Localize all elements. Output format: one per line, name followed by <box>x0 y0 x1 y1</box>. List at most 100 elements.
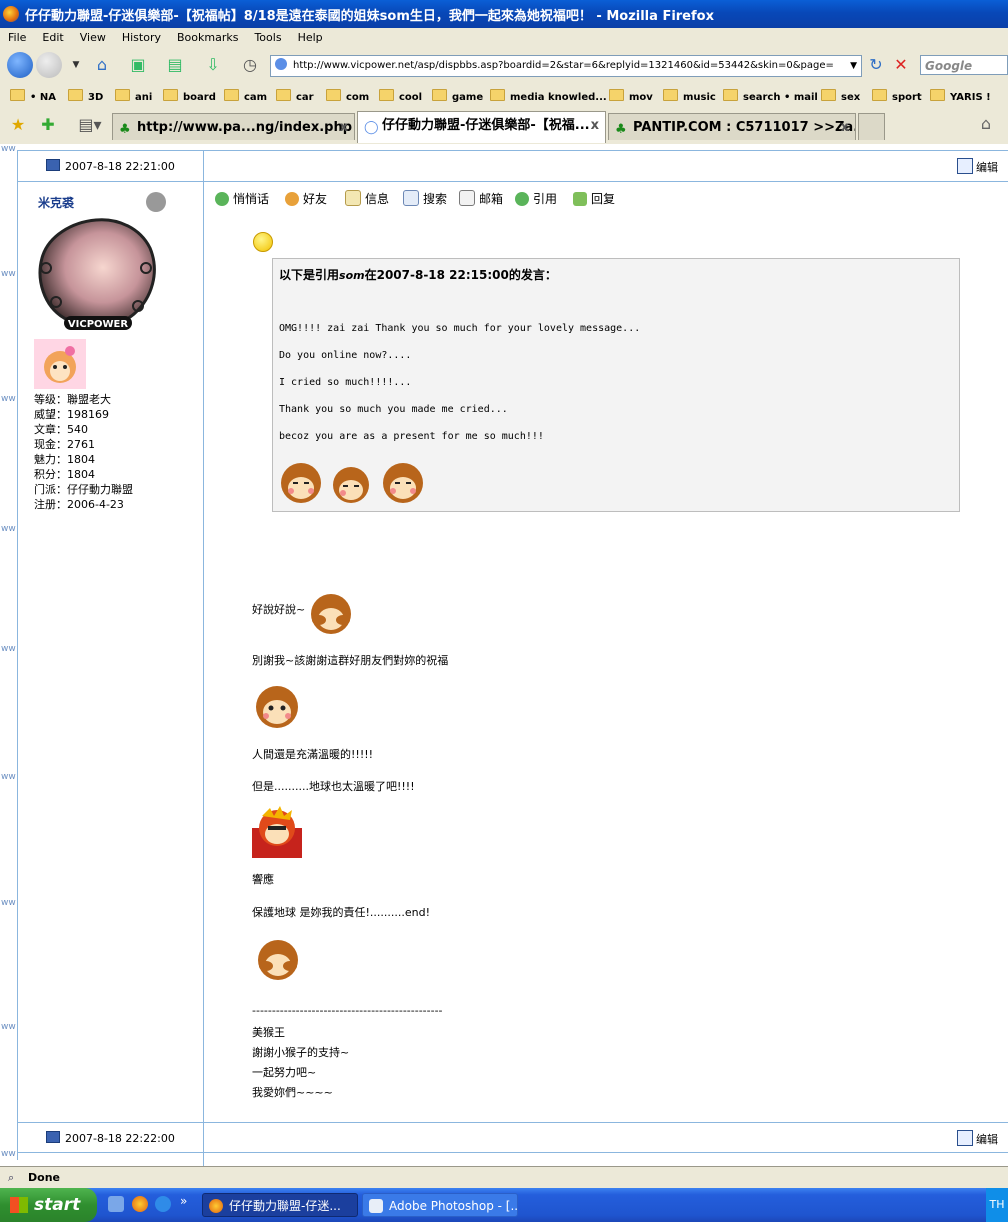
folder-icon <box>326 89 341 101</box>
taskbar-firefox[interactable]: 仔仔動力聯盟-仔迷... <box>202 1193 358 1217</box>
url-bar[interactable]: http://www.vicpower.net/asp/dispbbs.asp?… <box>270 55 862 77</box>
tab-list-icon[interactable]: ▤▾ <box>73 116 107 134</box>
status-text: Done <box>28 1171 60 1184</box>
search-link[interactable]: 搜索 <box>403 190 447 207</box>
quote-link[interactable]: 引用 <box>515 190 557 207</box>
navigation-toolbar: ▼ ⌂ ▣ ▤ ⇩ ◷ http://www.vicpower.net/asp/… <box>0 46 1008 85</box>
desktop-icon[interactable] <box>108 1196 124 1212</box>
menu-view[interactable]: View <box>72 31 114 44</box>
bookmark-folder[interactable]: • NA <box>10 89 56 103</box>
reload-icon[interactable]: ↻ <box>866 56 886 74</box>
computer-icon <box>46 1131 60 1143</box>
close-icon[interactable]: x <box>841 114 849 140</box>
edit-icon <box>957 158 973 174</box>
user-stat-faction: 门派：仔仔動力聯盟 <box>34 483 133 496</box>
bookmark-folder[interactable]: mov <box>609 89 653 103</box>
column-divider <box>203 150 204 1166</box>
forward-button[interactable] <box>36 52 62 78</box>
friends-icon <box>285 192 299 206</box>
user-stats: 等级：聯盟老大 威望：198169 文章：540 现金：2761 魅力：1804… <box>34 392 133 512</box>
folder-icon <box>723 89 738 101</box>
user-stat-posts: 文章：540 <box>34 423 88 436</box>
reply-link[interactable]: 回复 <box>573 190 615 207</box>
search-icon <box>403 190 419 206</box>
edit-button[interactable]: 编辑 <box>957 1130 998 1147</box>
post-divider-text: ----------------------------------------… <box>252 1004 443 1017</box>
taskbar-photoshop[interactable]: Adobe Photoshop - [... <box>362 1193 518 1217</box>
bookmark-folder[interactable]: com <box>326 89 369 103</box>
reply-icon <box>573 192 587 206</box>
bookmark-star-icon[interactable]: ★ <box>8 116 28 134</box>
bookmark-folder[interactable]: board <box>163 89 216 103</box>
divider <box>17 181 1008 182</box>
mailbox-link[interactable]: 邮箱 <box>459 190 503 207</box>
quote-icon <box>515 192 529 206</box>
decoration-mark: ww <box>1 144 16 154</box>
post-text: 別謝我~該謝謝這群好朋友們對妳的祝福 <box>252 654 449 667</box>
bookmark-folder[interactable]: car <box>276 89 314 103</box>
bookmark-folder[interactable]: media knowled... <box>490 89 607 103</box>
tab-bar: ★ ✚ ▤▾ ♣ http://www.pa...ng/index.php x ◯… <box>0 108 1008 145</box>
post-text: 一起努力吧~ <box>252 1066 317 1079</box>
url-dropdown-icon[interactable]: ▼ <box>850 56 857 76</box>
history-icon[interactable]: ◷ <box>240 56 260 74</box>
bookmark-folder[interactable]: music <box>663 89 716 103</box>
bookmark-folder[interactable]: game <box>432 89 483 103</box>
username[interactable]: 米克裘 <box>38 194 74 211</box>
firefox-icon <box>3 6 19 22</box>
bookmark-folder[interactable]: cam <box>224 89 267 103</box>
post-text: 好說好說~ <box>252 603 306 616</box>
windows-flag-icon <box>10 1197 28 1213</box>
bookmark-folder[interactable]: sex <box>821 89 860 103</box>
friend-link[interactable]: 好友 <box>285 190 327 207</box>
post-text: 響應 <box>252 873 274 886</box>
user-stat-registered: 注册：2006-4-23 <box>34 498 124 511</box>
bookmark-folder[interactable]: 3D <box>68 89 103 103</box>
close-icon[interactable]: x <box>591 112 599 139</box>
menu-tools[interactable]: Tools <box>246 31 289 44</box>
bookmark-folder[interactable]: search • mail <box>723 89 818 103</box>
chevron-right-icon[interactable]: » <box>180 1194 187 1208</box>
whisper-link[interactable]: 悄悄话 <box>215 190 269 207</box>
window-title-bar: 仔仔動力聯盟-仔迷俱樂部-【祝福帖】8/18是遠在泰國的姐妹som生日，我們一起… <box>0 0 1008 28</box>
firefox-icon[interactable] <box>132 1196 148 1212</box>
post-text: 謝謝小猴子的支持~ <box>252 1046 350 1059</box>
history-dropdown-icon[interactable]: ▼ <box>66 56 86 74</box>
ie-icon[interactable] <box>155 1196 171 1212</box>
new-window-icon[interactable]: ▤ <box>165 56 185 74</box>
menu-file[interactable]: File <box>0 31 34 44</box>
menu-history[interactable]: History <box>114 31 169 44</box>
tab-empty[interactable] <box>858 113 885 140</box>
menu-help[interactable]: Help <box>290 31 331 44</box>
close-icon[interactable]: x <box>340 114 348 140</box>
folder-icon <box>163 89 178 101</box>
search-input[interactable]: Google <box>920 55 1008 75</box>
menu-bookmarks[interactable]: Bookmarks <box>169 31 246 44</box>
home-icon[interactable]: ⌂ <box>92 56 112 74</box>
system-tray[interactable]: TH <box>986 1188 1008 1222</box>
stop-icon[interactable]: ✕ <box>891 56 911 74</box>
home-icon[interactable]: ⌂ <box>976 115 996 133</box>
add-bookmark-icon[interactable]: ✚ <box>38 116 58 134</box>
decoration-mark: ww <box>1 644 16 654</box>
whisper-icon <box>215 192 229 206</box>
info-link[interactable]: 信息 <box>345 190 389 207</box>
folder-icon <box>276 89 291 101</box>
bookmark-folder[interactable]: ani <box>115 89 152 103</box>
tab-1[interactable]: ♣ http://www.pa...ng/index.php x <box>112 113 355 140</box>
new-tab-icon[interactable]: ▣ <box>128 56 148 74</box>
back-button[interactable] <box>7 52 33 78</box>
bookmark-folder[interactable]: cool <box>379 89 422 103</box>
menu-edit[interactable]: Edit <box>34 31 71 44</box>
download-icon[interactable]: ⇩ <box>203 56 223 74</box>
start-button[interactable]: start <box>0 1188 97 1222</box>
bookmark-folder[interactable]: sport <box>872 89 922 103</box>
avatar[interactable]: VICPOWER <box>34 214 158 334</box>
tab-2[interactable]: ◯ 仔仔動力聯盟-仔迷俱樂部-【祝福... x <box>357 111 606 143</box>
mail-icon <box>459 190 475 206</box>
bookmark-folder[interactable]: YARIS ! <box>930 89 991 103</box>
tab-3[interactable]: ♣ PANTIP.COM : C5711017 >>Za... x <box>608 113 856 140</box>
rank-avatar <box>34 339 86 389</box>
smiley-icon <box>253 232 273 252</box>
edit-button[interactable]: 编辑 <box>957 158 998 175</box>
